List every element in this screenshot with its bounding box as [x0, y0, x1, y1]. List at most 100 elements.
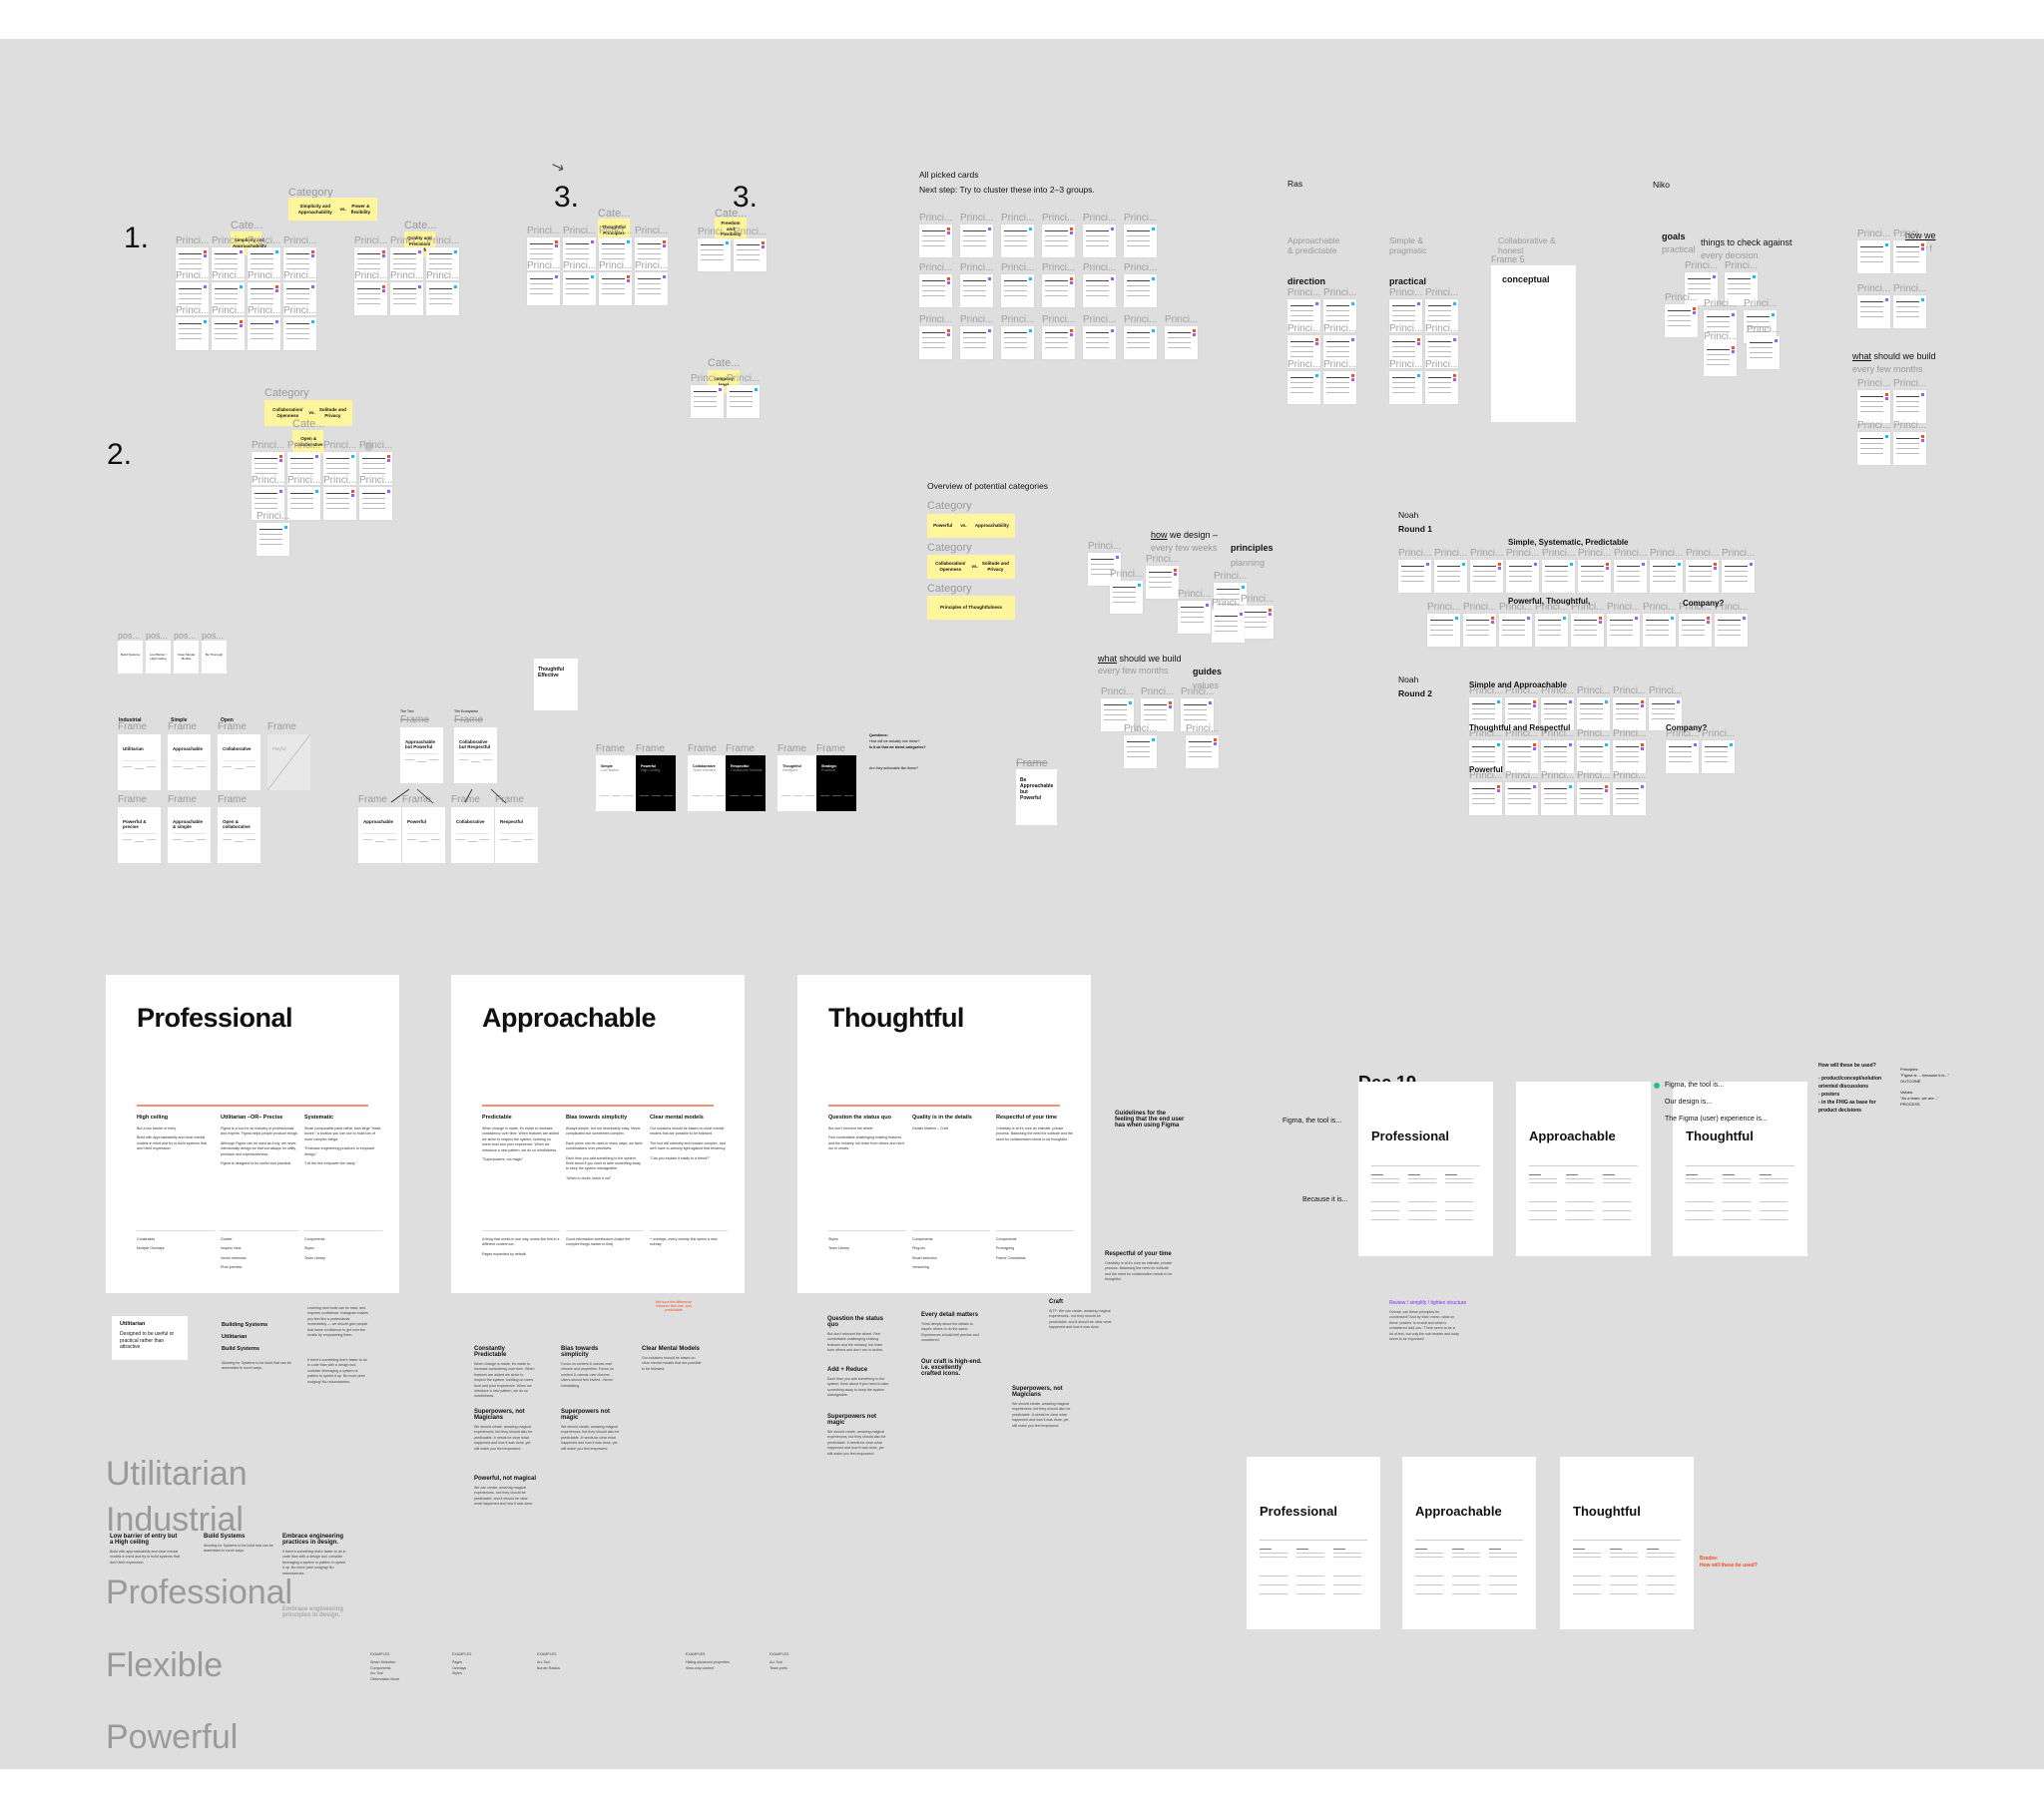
principle-card[interactable]: Princi... — [1505, 770, 1538, 815]
principle-card[interactable]: Princi... — [1665, 292, 1698, 337]
category-sticky[interactable]: Collaboration/ Openness vs. Solitude and P… — [927, 555, 1015, 579]
figma-canvas[interactable]: 1. Category Simplicity and Approachabili… — [0, 39, 2044, 1769]
principle-card[interactable]: Princi... — [1613, 770, 1646, 815]
pair-frame[interactable]: Respectful Occasional Solitude — [726, 755, 766, 811]
tree-frame[interactable]: Approachable but Powerful — [400, 727, 443, 783]
principle-card[interactable]: Princi... — [1893, 228, 1926, 273]
principle-card[interactable]: Princi... — [1857, 420, 1890, 465]
principle-card[interactable]: Princi... — [1083, 213, 1116, 257]
principle-card[interactable]: Princi... — [359, 475, 392, 520]
category-sticky[interactable]: Principles of Thoughtfulness — [927, 596, 1015, 620]
principle-card[interactable]: Princi... — [1577, 770, 1610, 815]
principle-card[interactable]: Princi... — [1434, 548, 1467, 593]
principle-card[interactable]: Princi... — [698, 226, 731, 271]
principle-card[interactable]: Princi... — [1607, 602, 1640, 647]
principle-card[interactable]: Princi... — [1857, 378, 1890, 423]
principle-card[interactable]: Princi... — [1893, 420, 1926, 465]
principle-card[interactable]: Princi... — [1178, 589, 1211, 634]
principle-card[interactable]: Princi... — [919, 213, 952, 257]
principle-card[interactable]: Princi... — [1715, 602, 1748, 647]
principle-poster[interactable]: Approachable Predictable When change is ma… — [451, 975, 745, 1293]
principle-card[interactable]: Princi... — [1042, 213, 1075, 257]
principle-poster-small[interactable]: Professional — [1358, 1082, 1493, 1256]
principle-card[interactable]: Princi... — [1042, 262, 1075, 307]
principle-card[interactable]: Princi... — [1001, 314, 1034, 359]
principle-card[interactable]: Princi... — [1165, 314, 1198, 359]
tree-frame[interactable]: Collaborative but Respectful — [454, 727, 497, 783]
principle-card[interactable]: Princi... — [1578, 548, 1611, 593]
principle-card[interactable]: Princi... — [1124, 723, 1157, 768]
principle-card[interactable]: Princi... — [563, 260, 596, 305]
principle-card[interactable]: Princi... — [1001, 262, 1034, 307]
principle-poster-small[interactable]: Approachable — [1516, 1082, 1651, 1256]
principle-card[interactable]: Princi... — [283, 305, 316, 350]
principle-card[interactable]: Princi... — [1747, 324, 1780, 369]
pos-card[interactable]: Build Systems — [118, 641, 143, 674]
principle-card[interactable]: Princi... — [256, 511, 289, 556]
variant-frame[interactable]: Powerful & precise — [118, 807, 161, 863]
variant-frame[interactable]: Utilitarian — [118, 734, 161, 790]
principle-card[interactable]: Princi... — [734, 226, 766, 271]
principle-card[interactable]: Princi... — [635, 260, 668, 305]
principle-card[interactable]: Princi... — [1542, 548, 1575, 593]
principle-card[interactable]: Princi... — [919, 262, 952, 307]
principle-card[interactable]: Princi... — [1389, 359, 1422, 404]
principle-card[interactable]: Princi... — [1643, 602, 1676, 647]
principle-card[interactable]: Princi... — [1425, 359, 1458, 404]
principle-card[interactable]: Princi... — [1679, 602, 1712, 647]
principle-card[interactable]: Princi... — [960, 262, 993, 307]
principle-card[interactable]: Princi... — [1650, 548, 1683, 593]
principle-card[interactable]: Princi... — [1857, 228, 1890, 273]
principle-card[interactable]: Princi... — [1893, 283, 1926, 328]
variant-frame[interactable]: Open & collaborative — [218, 807, 260, 863]
principle-card[interactable]: Princi... — [1613, 685, 1646, 730]
principle-card[interactable]: Princi... — [1083, 314, 1116, 359]
principle-card[interactable]: Princi... — [1241, 594, 1274, 639]
principle-card[interactable]: Princi... — [248, 305, 280, 350]
principle-poster[interactable]: Thoughtful Question the status quo But don… — [797, 975, 1091, 1293]
variant-frame-crossed[interactable]: Playful — [267, 734, 310, 790]
principle-card[interactable]: Princi... — [1323, 359, 1356, 404]
principle-card[interactable]: Princi... — [1469, 770, 1502, 815]
pair-frame[interactable]: Simple Low Barrier — [596, 755, 636, 811]
principle-card[interactable]: Princi... — [1571, 602, 1604, 647]
principle-card[interactable]: Princi... — [1704, 331, 1737, 376]
principle-card[interactable]: Princi... — [1666, 728, 1699, 773]
principle-card[interactable]: Princi... — [354, 270, 387, 315]
principle-card[interactable]: Princi... — [1577, 728, 1610, 773]
principle-card[interactable]: Princi... — [1541, 728, 1574, 773]
principle-card[interactable]: Princi... — [1722, 548, 1755, 593]
principle-card[interactable]: Princi... — [527, 260, 560, 305]
principle-card[interactable]: Princi... — [960, 213, 993, 257]
principle-card[interactable]: Princi... — [599, 260, 632, 305]
principle-card[interactable]: Princi... — [323, 475, 356, 520]
principle-card[interactable]: Princi... — [1001, 213, 1034, 257]
principle-card[interactable]: Princi... — [1398, 548, 1431, 593]
principle-card[interactable]: Princi... — [1702, 728, 1735, 773]
principle-card[interactable]: Princi... — [727, 373, 760, 418]
principle-card[interactable]: Princi... — [1146, 554, 1179, 599]
pair-frame[interactable]: Thoughtful Intelligent — [777, 755, 817, 811]
principle-card[interactable]: Princi... — [691, 373, 724, 418]
principle-card[interactable]: Princi... — [1857, 283, 1890, 328]
principle-card[interactable]: Princi... — [390, 270, 423, 315]
principle-card[interactable]: Princi... — [1124, 262, 1157, 307]
principle-card[interactable]: Princi... — [426, 270, 459, 315]
principle-card[interactable]: Princi... — [1124, 314, 1157, 359]
principle-card[interactable]: Princi... — [1186, 723, 1219, 768]
thoughtful-frame[interactable]: Thoughtful Effective — [534, 659, 578, 710]
principle-card[interactable]: Princi... — [212, 305, 245, 350]
principle-card[interactable]: Princi... — [1541, 770, 1574, 815]
principle-card[interactable]: Princi... — [1083, 262, 1116, 307]
be-approachable-frame[interactable]: Be Approachable but Powerful — [1016, 769, 1057, 825]
pos-card[interactable]: Clear Mental Models — [174, 641, 199, 674]
principle-card[interactable]: Princi... — [1470, 548, 1503, 593]
pos-card[interactable]: Low Barrier / High Ceiling — [146, 641, 171, 674]
principle-card[interactable]: Princi... — [1110, 569, 1143, 614]
principle-poster-small[interactable]: Thoughtful — [1560, 1457, 1694, 1629]
principle-card[interactable]: Princi... — [287, 475, 320, 520]
principle-card[interactable]: Princi... — [1577, 685, 1610, 730]
principle-card[interactable]: Princi... — [1686, 548, 1719, 593]
principle-card[interactable]: Princi... — [1463, 602, 1496, 647]
principle-card[interactable]: Princi... — [1124, 213, 1157, 257]
